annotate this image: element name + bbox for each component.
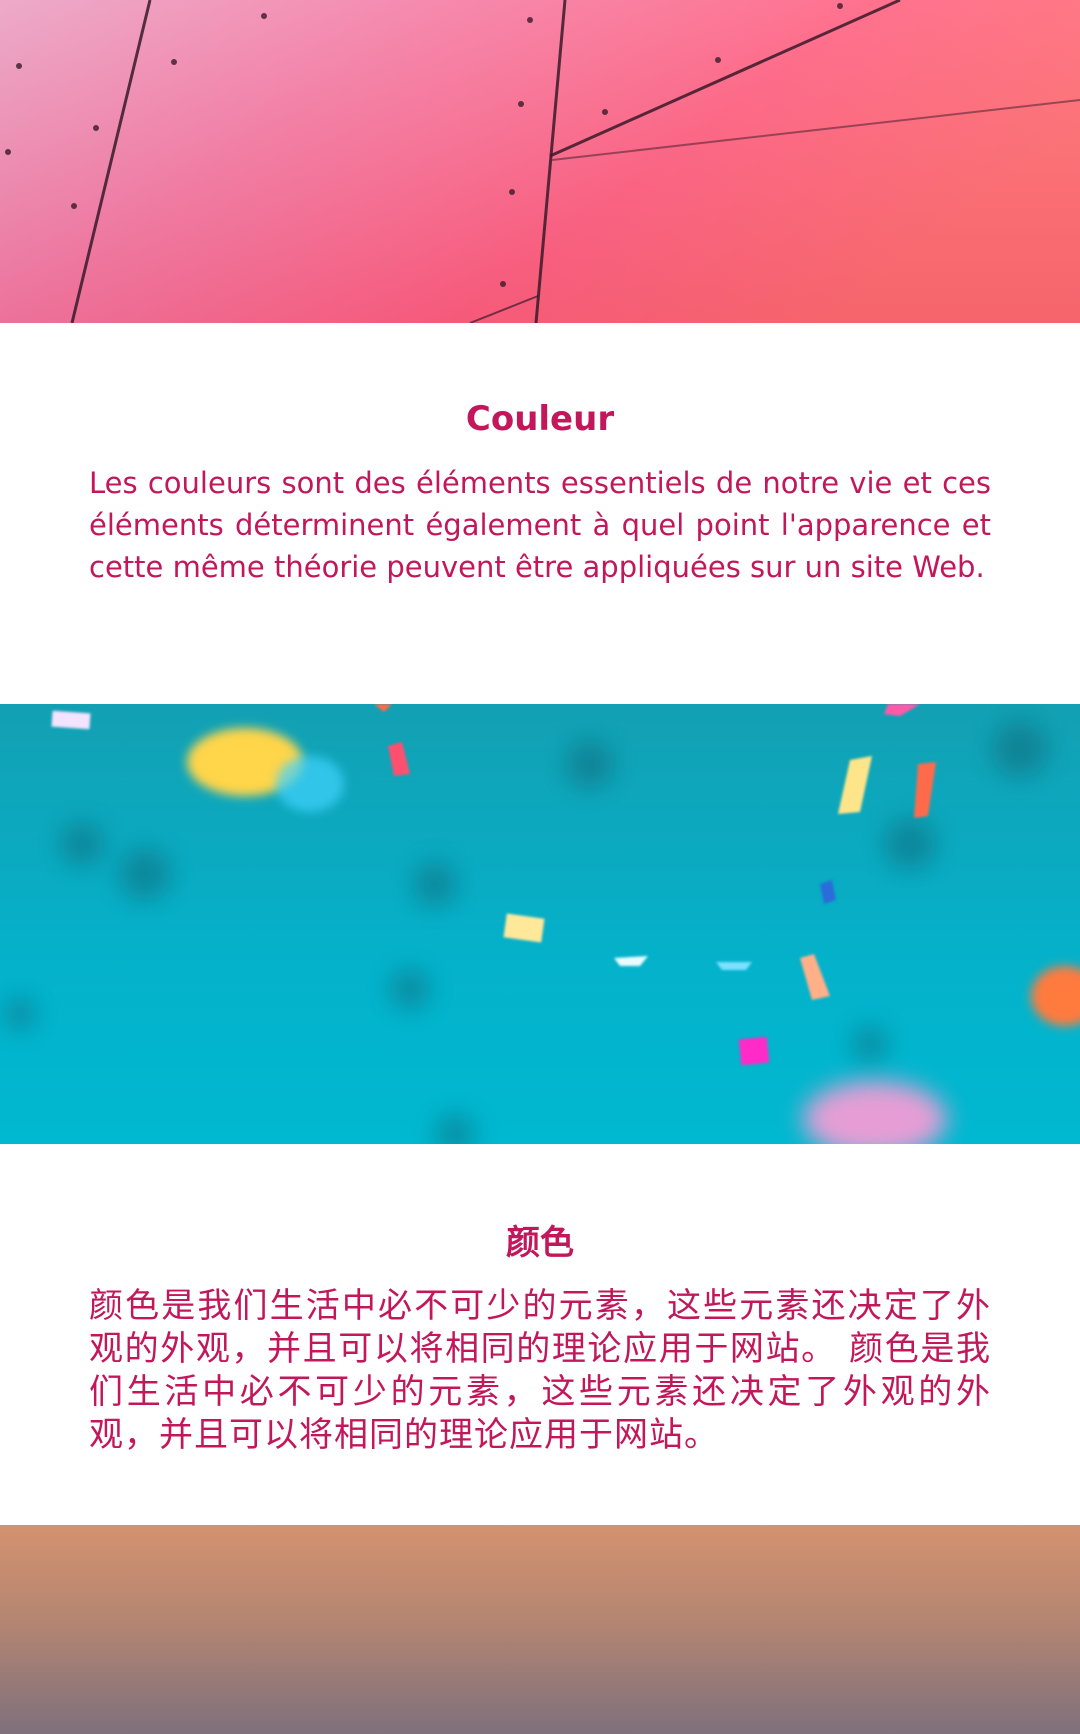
teal-confetti-image — [0, 704, 1080, 1144]
section-paragraph: Les couleurs sont des éléments essentiel… — [89, 466, 991, 584]
section-title: 颜色 — [506, 1223, 574, 1263]
pink-wall-panels-image — [0, 0, 1080, 323]
section-paragraph: 颜色是我们生活中必不可少的元素，这些元素还决定了外观的外观，并且可以将相同的理论… — [89, 1286, 991, 1455]
warm-gradient-image — [0, 1525, 1080, 1734]
color-section-chinese: 颜色 颜色是我们生活中必不可少的元素，这些元素还决定了外观的外观，并且可以将相同… — [0, 1144, 1080, 1525]
section-title: Couleur — [465, 399, 615, 439]
color-section-french: Couleur Les couleurs sont des éléments e… — [0, 323, 1080, 704]
